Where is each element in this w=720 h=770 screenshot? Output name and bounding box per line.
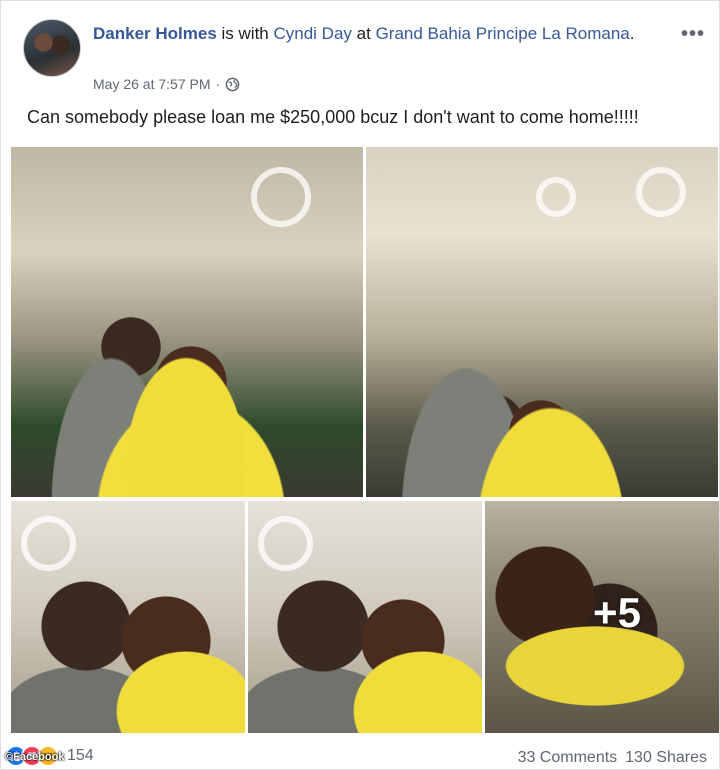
decor-arch — [258, 516, 313, 571]
photo-1[interactable] — [11, 147, 363, 497]
more-photos-overlay[interactable]: +5 — [485, 501, 719, 733]
reactions-summary[interactable]: 154 — [5, 745, 94, 767]
haha-icon — [37, 745, 59, 767]
meta-separator: · — [215, 76, 221, 92]
comments-count-link[interactable]: 33 Comments — [518, 749, 618, 767]
at-text: at — [356, 24, 371, 43]
author-avatar[interactable] — [23, 19, 81, 77]
post-meta: May 26 at 7:57 PM · — [93, 76, 240, 92]
photo-4[interactable] — [248, 501, 482, 733]
facebook-post: Danker Holmes is with Cyndi Day at Grand… — [0, 0, 720, 770]
photo-2[interactable] — [366, 147, 718, 497]
decor-arch — [251, 167, 311, 227]
engagement-stats: 33 Comments 130 Shares — [518, 749, 707, 767]
post-status-text: Can somebody please loan me $250,000 bcu… — [27, 107, 639, 127]
author-name-link[interactable]: Danker Holmes — [93, 24, 217, 43]
with-text: is with — [221, 24, 269, 43]
tagged-friend-link[interactable]: Cyndi Day — [273, 24, 351, 43]
decor-arch — [536, 177, 576, 217]
post-header: Danker Holmes is with Cyndi Day at Grand… — [93, 21, 653, 46]
photo-3[interactable] — [11, 501, 245, 733]
photo-5-more[interactable]: +5 — [485, 501, 719, 733]
decor-arch — [636, 167, 686, 217]
more-photos-count: +5 — [593, 589, 641, 636]
header-period: . — [629, 24, 635, 43]
globe-icon[interactable] — [225, 77, 240, 92]
location-link[interactable]: Grand Bahia Principe La Romana — [376, 24, 630, 43]
post-timestamp[interactable]: May 26 at 7:57 PM — [93, 76, 211, 92]
shares-count-link[interactable]: 130 Shares — [625, 749, 707, 767]
decor-arch — [21, 516, 76, 571]
post-options-ellipsis-icon[interactable]: ••• — [681, 23, 705, 46]
post-footer: 154 ©Facebook 33 Comments 130 Shares — [1, 743, 720, 770]
reaction-count[interactable]: 154 — [67, 747, 94, 765]
